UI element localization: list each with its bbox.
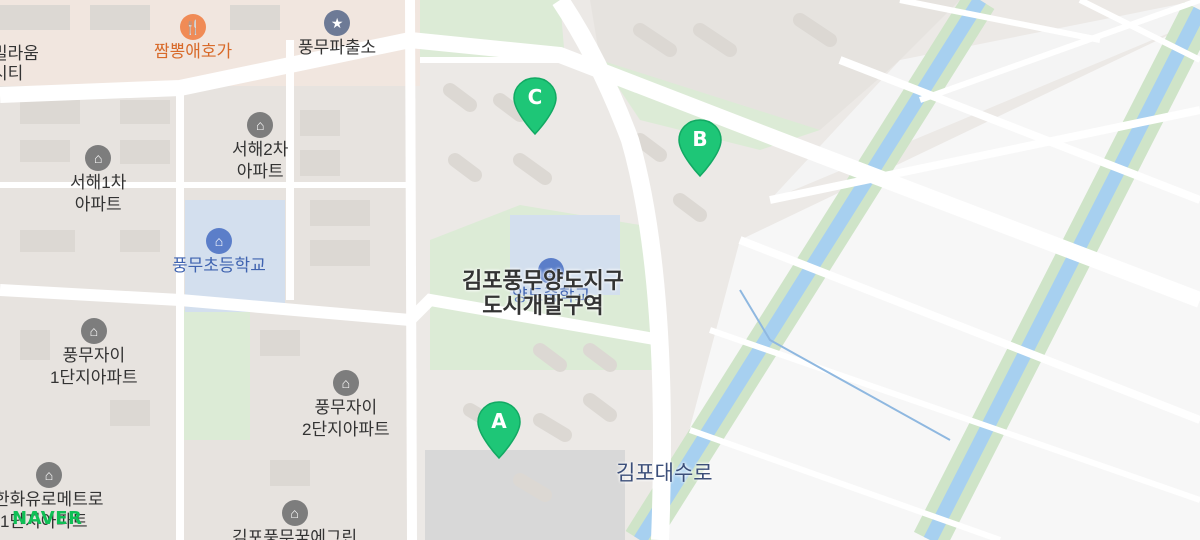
poi-apt-xi1-line2: 1단지아파트 xyxy=(50,368,138,388)
district-label-line2: 도시개발구역 xyxy=(482,293,604,319)
poi-partial-top-left-line2: 시티 xyxy=(0,63,24,83)
apartment-icon: ⌂ xyxy=(85,145,112,171)
poi-police[interactable]: ★ 풍무파출소 xyxy=(298,10,376,58)
marker-c[interactable]: C xyxy=(512,76,558,136)
marker-a[interactable]: A xyxy=(476,400,522,460)
poi-apt-xi2-line1: 풍무자이 xyxy=(314,398,378,417)
district-label-line1: 김포풍무양도지구 xyxy=(462,268,624,293)
poi-partial-bottom-mid-label: 김포풍무꿈에그린 xyxy=(232,528,358,540)
restaurant-icon: 🍴 xyxy=(180,14,207,40)
poi-police-label: 풍무파출소 xyxy=(298,38,377,57)
map-view[interactable]: 🍴 짬뽕애호가 ★ 풍무파출소 ⌂ 서해2차 아파트 ⌂ 서해1차 아파트 ⌂ … xyxy=(0,0,1200,540)
poi-partial-top-left[interactable]: 빌라움 시티 xyxy=(0,44,39,83)
poi-apt-seohae2-line2: 아파트 xyxy=(236,162,284,182)
poi-apt-seohae1-line1: 서해1차 xyxy=(70,173,127,192)
police-icon: ★ xyxy=(324,10,351,36)
apartment-icon: ⌂ xyxy=(332,370,359,396)
poi-apt-seohae2[interactable]: ⌂ 서해2차 아파트 xyxy=(232,112,288,183)
school-icon: ⌂ xyxy=(205,228,232,254)
naver-logo[interactable]: NAVER xyxy=(12,508,82,529)
poi-partial-top-left-line1: 빌라움 xyxy=(0,44,39,63)
apartment-icon: ⌂ xyxy=(247,112,274,138)
apartment-icon: ⌂ xyxy=(281,500,308,526)
poi-school-elem-label: 풍무초등학교 xyxy=(172,256,266,275)
poi-partial-bottom-mid[interactable]: ⌂ 김포풍무꿈에그린 xyxy=(232,500,357,540)
poi-apt-xi2[interactable]: ⌂ 풍무자이 2단지아파트 xyxy=(302,370,390,441)
poi-apt-seohae2-line1: 서해2차 xyxy=(232,140,289,159)
marker-c-label: C xyxy=(527,85,543,109)
road-label: 김포대수로 xyxy=(616,462,713,485)
apartment-icon: ⌂ xyxy=(80,318,107,344)
poi-apt-xi1[interactable]: ⌂ 풍무자이 1단지아파트 xyxy=(50,318,138,389)
poi-apt-xi1-line1: 풍무자이 xyxy=(62,346,126,365)
poi-apt-seohae1-line2: 아파트 xyxy=(74,195,122,215)
marker-a-label: A xyxy=(491,409,507,433)
apartment-icon: ⌂ xyxy=(36,462,62,488)
marker-b[interactable]: B xyxy=(677,118,723,178)
poi-food[interactable]: 🍴 짬뽕애호가 xyxy=(154,14,232,62)
marker-b-label: B xyxy=(692,127,708,151)
poi-school-elem[interactable]: ⌂ 풍무초등학교 xyxy=(172,228,266,276)
poi-apt-xi2-line2: 2단지아파트 xyxy=(302,420,390,440)
poi-food-label: 짬뽕애호가 xyxy=(154,42,233,61)
district-label: 김포풍무양도지구 도시개발구역 xyxy=(462,268,624,319)
poi-apt-seohae1[interactable]: ⌂ 서해1차 아파트 xyxy=(70,145,126,216)
